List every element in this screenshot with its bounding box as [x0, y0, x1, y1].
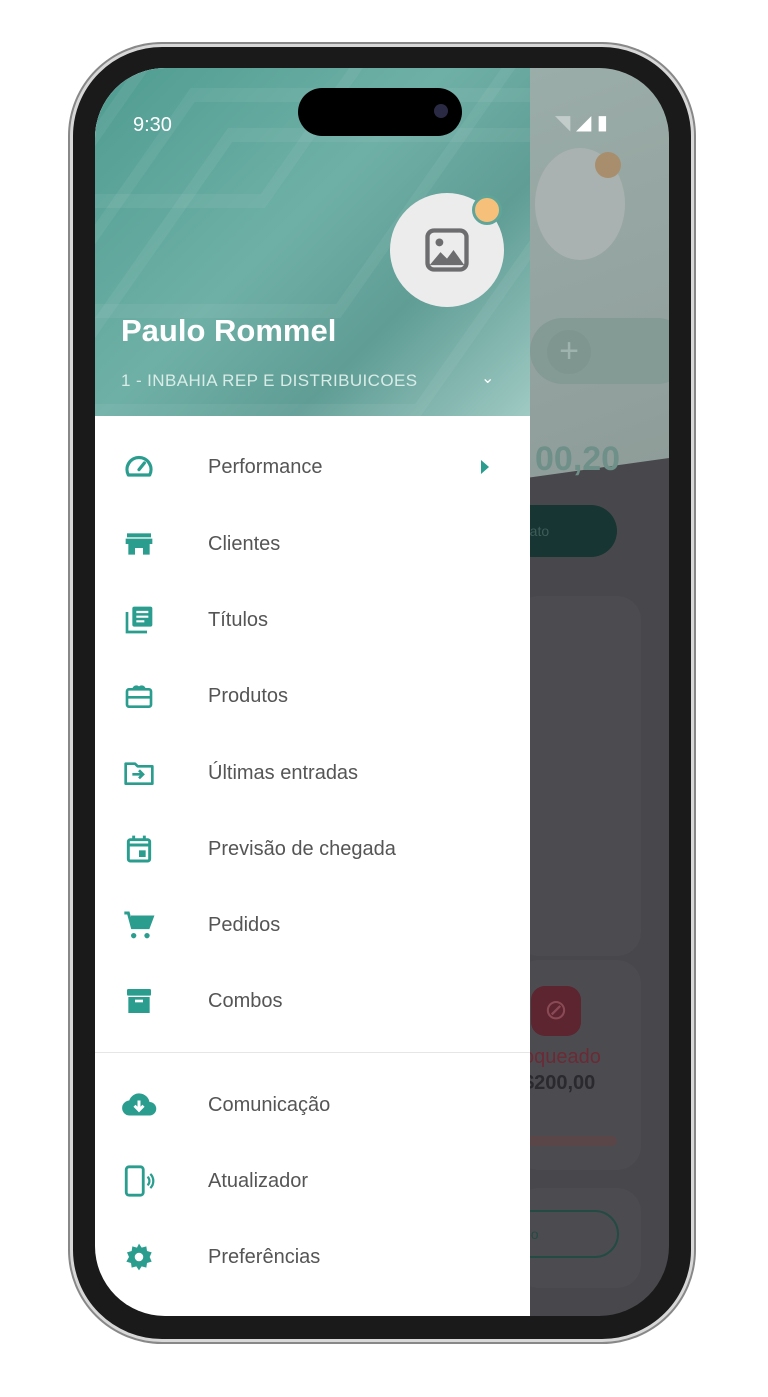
speedometer-icon [121, 449, 157, 485]
menu-item-atualizador[interactable]: Atualizador [95, 1151, 530, 1211]
archive-icon [121, 983, 157, 1019]
menu-label: Atualizador [208, 1169, 309, 1192]
menu-label: Títulos [208, 608, 269, 631]
menu-item-comunicacao[interactable]: Comunicação [95, 1075, 530, 1135]
menu-label: Últimas entradas [208, 761, 359, 784]
menu-label: Pedidos [208, 913, 281, 936]
blocked-icon: ⊘ [531, 986, 581, 1036]
status-time: 9:30 [133, 114, 172, 136]
cloud-download-icon [121, 1087, 157, 1123]
menu-item-performance[interactable]: Performance [95, 437, 530, 497]
menu-item-previsao-de-chegada[interactable]: Previsão de chegada [95, 819, 530, 879]
background-card [515, 596, 641, 956]
menu-item-pedidos[interactable]: Pedidos [95, 895, 530, 955]
user-name: Paulo Rommel [121, 313, 337, 348]
menu-item-produtos[interactable]: Produtos [95, 666, 530, 726]
plus-icon: + [547, 330, 591, 374]
menu-label: Produtos [208, 684, 289, 707]
background-avatar-badge [595, 152, 621, 178]
drawer-header: 9:30 Paulo Rommel 1 - INBAHIA REP E DIST… [95, 68, 530, 416]
blocked-value: $200,00 [523, 1072, 596, 1094]
store-icon [121, 526, 157, 562]
menu-label: Previsão de chegada [208, 837, 396, 860]
company-selector[interactable]: 1 - INBAHIA REP E DISTRIBUICOES [121, 371, 417, 391]
screen: + 00,20 rato ⊘ oqueado $200,00 do ◥ ◢ ▮ … [95, 68, 669, 1316]
cart-icon [121, 907, 157, 943]
menu-item-clientes[interactable]: Clientes [95, 514, 530, 574]
wifi-icon: ◥ [555, 112, 571, 134]
menu-label: Performance [208, 455, 323, 478]
menu-label: Preferências [208, 1245, 321, 1268]
chevron-down-icon[interactable]: ⌄ [481, 368, 494, 388]
divider [95, 1052, 530, 1053]
blocked-progress [525, 1136, 617, 1146]
menu-item-combos[interactable]: Combos [95, 971, 530, 1031]
dynamic-island [298, 88, 462, 136]
menu-item-preferencias[interactable]: Preferências [95, 1227, 530, 1287]
blocked-label: oqueado [523, 1046, 601, 1068]
menu-label: Combos [208, 989, 283, 1012]
menu-item-ultimas-entradas[interactable]: Últimas entradas [95, 743, 530, 803]
menu-label: Comunicação [208, 1093, 331, 1116]
gear-icon [121, 1239, 157, 1275]
menu-label: Clientes [208, 532, 281, 555]
calendar-icon [121, 831, 157, 867]
image-placeholder-icon [425, 228, 469, 272]
background-amount: 00,20 [535, 440, 621, 478]
menu-item-titulos[interactable]: Títulos [95, 590, 530, 650]
navigation-drawer: 9:30 Paulo Rommel 1 - INBAHIA REP E DIST… [95, 68, 530, 1316]
document-list-icon [121, 602, 157, 638]
signal-icon: ◢ [575, 112, 592, 134]
folder-arrow-icon [121, 755, 157, 791]
chevron-right-icon [481, 460, 489, 474]
avatar-badge [472, 195, 502, 225]
gift-box-icon [121, 678, 157, 714]
phone-update-icon [121, 1163, 157, 1199]
status-icons: ◥ ◢ ▮ [555, 110, 608, 135]
battery-icon: ▮ [596, 112, 608, 134]
